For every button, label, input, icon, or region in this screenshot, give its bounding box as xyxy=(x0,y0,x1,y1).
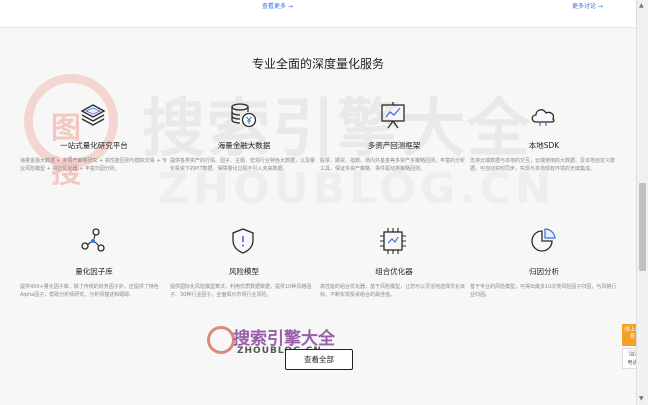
database-yen-icon xyxy=(231,103,257,128)
watermark-text: 搜索引擎大全 xyxy=(142,92,532,165)
service-desc: 提供国际化风险模型算法，利用优质数据数据，提供10种风格因子、30种行业因子，全… xyxy=(170,284,312,298)
service-desc: 提供400+量化因子库，除了传统的财务因子外，还提供了特色Alpha因子，帮助分… xyxy=(20,284,159,298)
service-name: 多资产回测框架 xyxy=(367,141,421,150)
service-desc: 海量金融大数据 + 多资产策略研究 + 高性能回测与模拟交易 + 专业风险模型 … xyxy=(20,158,168,172)
chip-icon xyxy=(380,228,406,254)
service-desc: 支持云端数据与本地的交互，云端使用的大数据、及本地自定义数据，可自动实时同步，实… xyxy=(470,158,616,172)
section-title: 专业全面的深度量化服务 xyxy=(251,57,384,71)
watermark-small-text: 搜索引擎大全 xyxy=(233,329,335,349)
view-all-button[interactable]: 查看全部 xyxy=(285,349,353,370)
chart-board-icon xyxy=(381,102,405,129)
service-name: 海量金融大数据 xyxy=(217,141,271,150)
more-discussion-link[interactable]: 更多讨论 → xyxy=(572,1,603,10)
service-name: 归因分析 xyxy=(529,267,559,276)
top-strip: 查看更多 → 更多讨论 → xyxy=(0,0,636,28)
service-name: 组合优化器 xyxy=(375,267,413,276)
services-section: 图搜 搜索引擎大全 ZHOUBLOG.CN 专业全面的深度量化服务 一站式量化研… xyxy=(0,28,636,405)
network-icon xyxy=(81,228,105,252)
scroll-thumb[interactable] xyxy=(639,183,646,271)
service-desc: 股票、期货、指数、场内外基金等多资产多策略回测，丰富的分析工具，保证多资产策略、… xyxy=(320,158,466,172)
service-desc: 基于专业的风险模型，可得出最多10次类风险因子归因，与风格行业归因。 xyxy=(470,284,617,298)
watermark-small-logo xyxy=(207,326,235,354)
service-name: 本地SDK xyxy=(528,141,560,150)
view-more-link[interactable]: 查看更多 → xyxy=(262,1,293,10)
page-viewport: 查看更多 → 更多讨论 → 图搜 搜索引擎大全 ZHOUBLOG.CN 专业全面… xyxy=(0,0,636,405)
layers-icon xyxy=(80,104,106,126)
service-name: 一站式量化研究平台 xyxy=(60,141,128,150)
pie-chart-icon xyxy=(531,228,556,252)
scrollbar[interactable]: ▲ ▼ xyxy=(636,0,648,405)
scroll-down-icon[interactable]: ▼ xyxy=(639,395,644,402)
service-name: 风险模型 xyxy=(229,267,259,276)
scroll-up-icon[interactable]: ▲ xyxy=(639,2,644,9)
service-desc: 高性能的组合优化器，基于风险模型，让您可以灵活地选择优化目标、不断实现投资组合的… xyxy=(320,284,466,298)
service-name: 量化因子库 xyxy=(75,267,113,276)
cloud-icon xyxy=(531,109,555,126)
shield-icon xyxy=(232,228,254,254)
service-desc: 提供各类资产的行情、因子、主题、宏观行业特色大数据，以及量化投资下的PIT数据，… xyxy=(170,158,316,172)
